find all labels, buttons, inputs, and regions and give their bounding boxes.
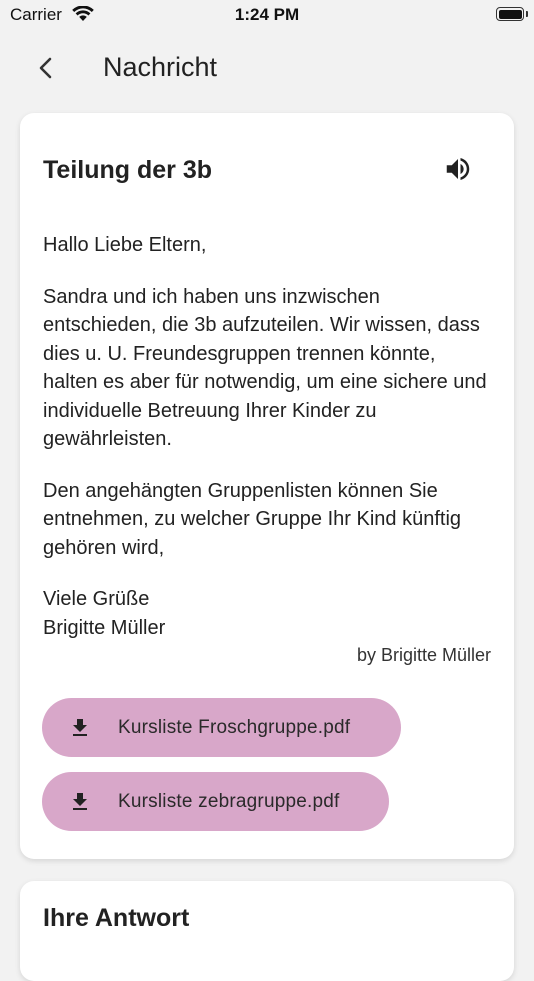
- back-button[interactable]: [28, 50, 64, 86]
- battery-tip: [526, 11, 528, 17]
- reply-card: Ihre Antwort: [20, 881, 514, 981]
- message-card: Teilung der 3b Hallo Liebe Eltern, Sandr…: [20, 113, 514, 859]
- message-signature: Brigitte Müller: [43, 616, 166, 639]
- read-aloud-button[interactable]: [438, 149, 478, 189]
- battery-icon: [496, 7, 524, 21]
- message-closing: Viele Grüße: [43, 588, 150, 610]
- volume-up-icon: [446, 158, 470, 180]
- message-paragraph-2: Den angehängten Gruppenlisten können Sie…: [43, 479, 462, 559]
- reply-title: Ihre Antwort: [43, 904, 190, 932]
- download-icon: [68, 790, 92, 814]
- message-signoff: Viele Grüße Brigitte Müller: [43, 585, 495, 642]
- page-title: Nachricht: [103, 52, 218, 82]
- attachment-button-froschgruppe[interactable]: Kursliste Froschgruppe.pdf: [42, 698, 401, 757]
- author-line: by Brigitte Müller: [356, 645, 491, 665]
- attachment-button-zebragruppe[interactable]: Kursliste zebragruppe.pdf: [42, 772, 389, 831]
- status-time: 1:24 PM: [234, 5, 300, 24]
- message-greeting: Hallo Liebe Eltern,: [43, 234, 207, 256]
- message-title: Teilung der 3b: [43, 156, 212, 184]
- chevron-left-icon: [39, 57, 52, 79]
- message-body: Hallo Liebe Eltern, Sandra und ich haben…: [43, 231, 495, 642]
- app-bar: Nachricht: [0, 36, 534, 100]
- status-bar: Carrier 1:24 PM: [0, 0, 534, 30]
- message-paragraph-1: Sandra und ich haben uns inzwischen ents…: [43, 285, 487, 451]
- attachment-label: Kursliste Froschgruppe.pdf: [118, 716, 351, 738]
- attachment-label: Kursliste zebragruppe.pdf: [118, 790, 340, 812]
- download-icon: [68, 716, 92, 740]
